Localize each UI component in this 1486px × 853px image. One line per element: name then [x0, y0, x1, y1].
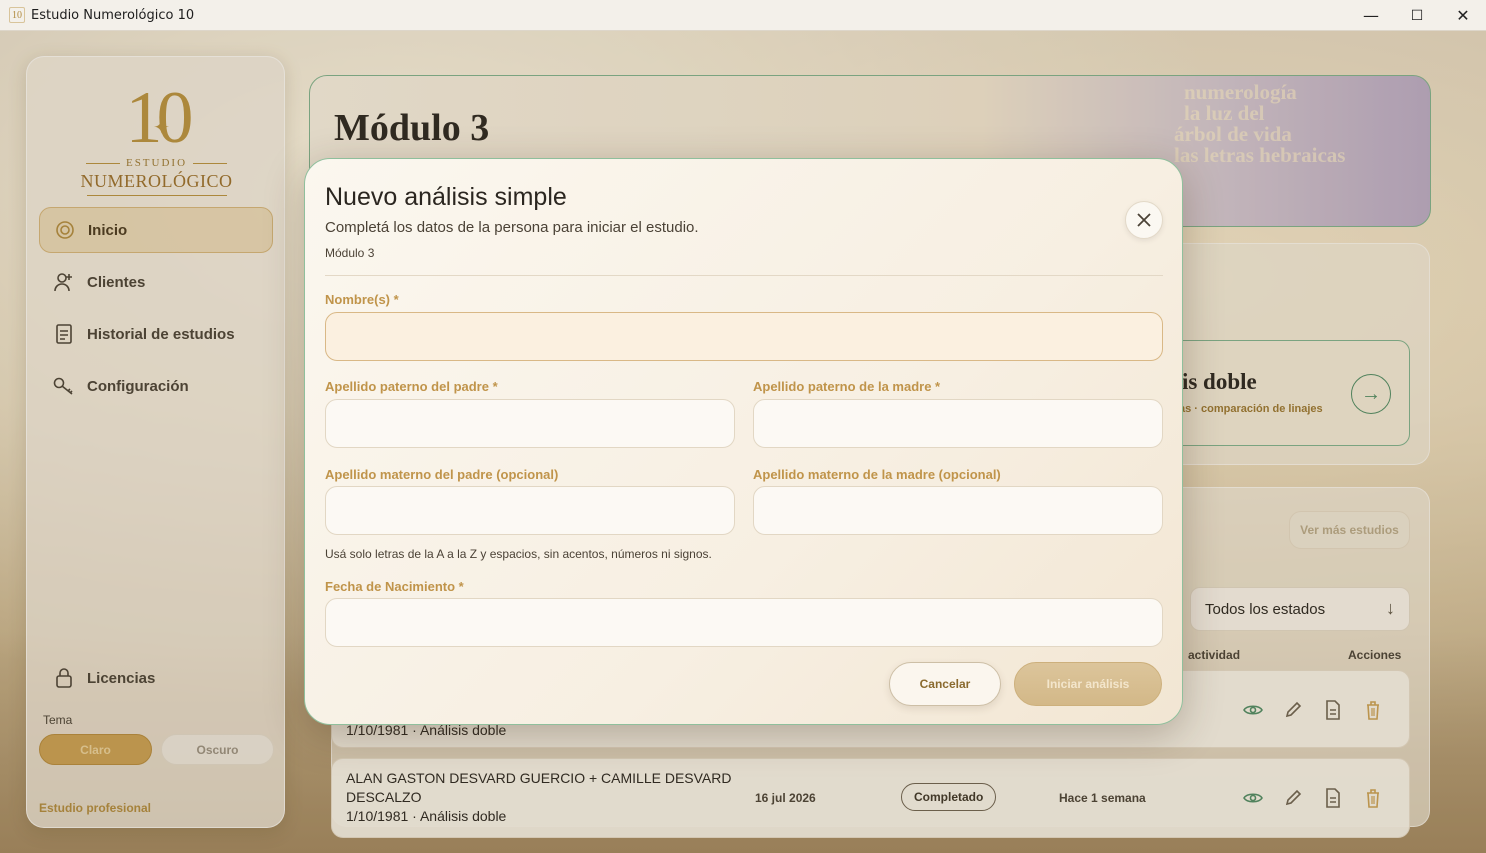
app-logo-icon: 10 [9, 7, 25, 23]
nombres-input[interactable] [325, 312, 1163, 361]
apellido-materno-madre-input[interactable] [753, 486, 1163, 535]
nombres-label: Nombre(s) * [325, 292, 399, 307]
dialog-module-label: Módulo 3 [325, 246, 375, 260]
apellido-materno-padre-label: Apellido materno del padre (opcional) [325, 467, 559, 482]
dialog-divider [325, 275, 1163, 276]
start-analysis-button[interactable]: Iniciar análisis [1014, 662, 1162, 706]
fecha-nacimiento-input[interactable] [325, 598, 1163, 647]
dialog-subtitle: Completá los datos de la persona para in… [325, 219, 699, 236]
fecha-nacimiento-label: Fecha de Nacimiento * [325, 579, 464, 594]
apellido-paterno-madre-label: Apellido paterno de la madre * [753, 379, 941, 394]
close-dialog-button[interactable] [1125, 201, 1163, 239]
window-controls: — ☐ ✕ [1348, 0, 1486, 31]
title-bar: 10 Estudio Numerológico 10 — ☐ ✕ [0, 0, 1486, 31]
close-window-button[interactable]: ✕ [1440, 0, 1486, 31]
apellido-paterno-madre-input[interactable] [753, 399, 1163, 448]
apellido-paterno-padre-label: Apellido paterno del padre * [325, 379, 498, 394]
apellido-paterno-padre-input[interactable] [325, 399, 735, 448]
close-icon [1137, 213, 1151, 227]
maximize-button[interactable]: ☐ [1394, 0, 1440, 31]
window-title: Estudio Numerológico 10 [31, 7, 195, 23]
cancel-button[interactable]: Cancelar [889, 662, 1001, 706]
apellido-materno-padre-input[interactable] [325, 486, 735, 535]
apellido-materno-madre-label: Apellido materno de la madre (opcional) [753, 467, 1001, 482]
minimize-button[interactable]: — [1348, 0, 1394, 31]
input-hint: Usá solo letras de la A a la Z y espacio… [325, 547, 712, 561]
new-simple-analysis-dialog: Nuevo análisis simple Completá los datos… [304, 158, 1183, 725]
dialog-title: Nuevo análisis simple [325, 183, 567, 211]
